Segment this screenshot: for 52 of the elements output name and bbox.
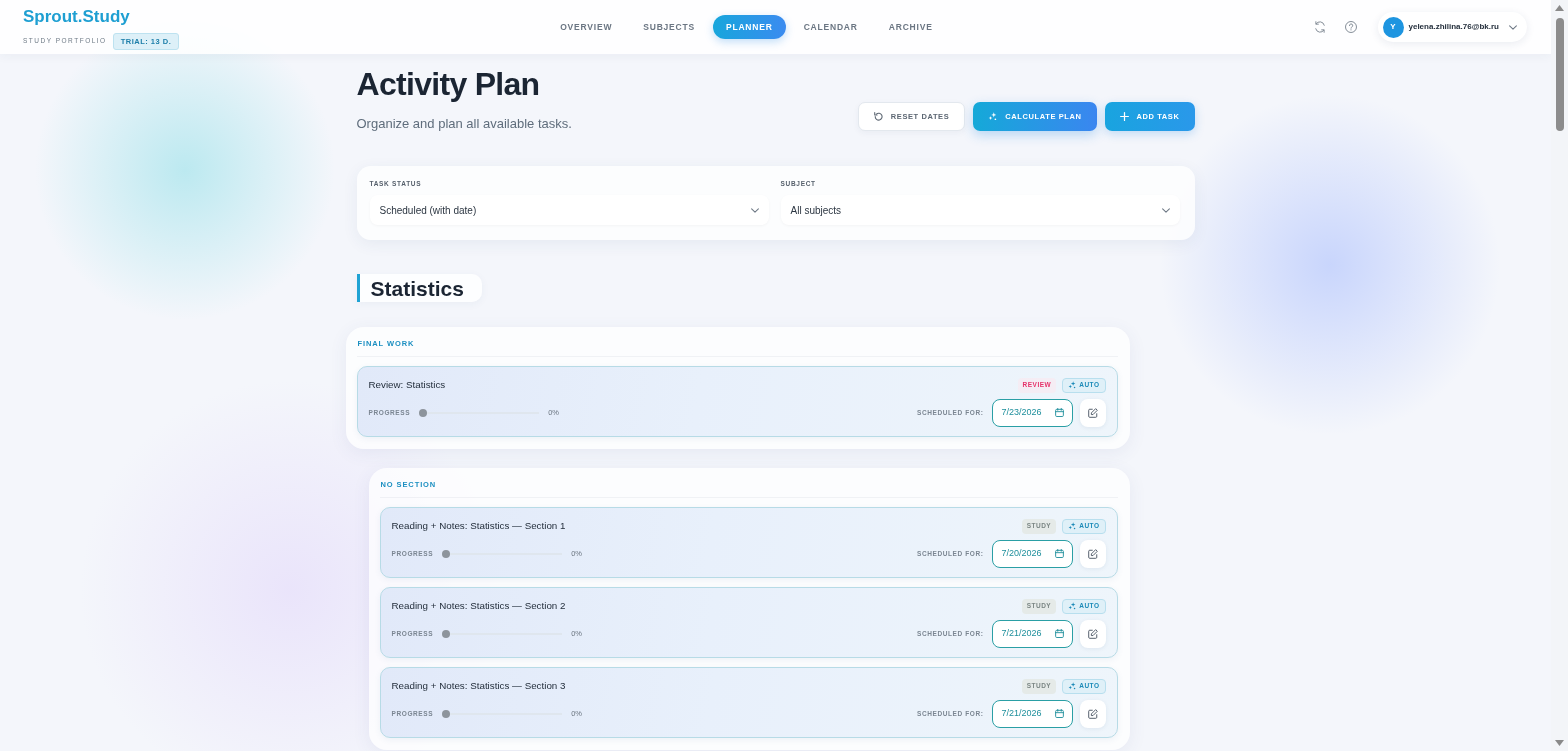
chevron-down-icon <box>1161 207 1170 213</box>
calendar-icon <box>1054 549 1064 559</box>
help-icon[interactable] <box>1344 21 1357 33</box>
brand-logo[interactable]: Sprout.Study <box>23 7 130 27</box>
calendar-icon <box>1054 709 1064 719</box>
progress-thumb[interactable] <box>419 408 428 417</box>
chevron-down-icon <box>750 207 759 213</box>
nav-tab[interactable]: ARCHIVE <box>875 14 946 40</box>
nav-tab[interactable]: CALENDAR <box>790 14 871 40</box>
progress-thumb[interactable] <box>442 549 451 558</box>
chevron-down-icon <box>1509 24 1517 30</box>
sparkle-icon <box>1068 522 1077 531</box>
plus-icon <box>1119 112 1129 122</box>
date-field[interactable]: 7/21/2026 <box>991 619 1073 648</box>
calendar-icon <box>1054 629 1064 639</box>
edit-button[interactable] <box>1079 539 1106 568</box>
progress-thumb[interactable] <box>442 629 451 638</box>
dropdown-field[interactable]: All subjects <box>780 195 1180 226</box>
sparkle-icon <box>988 112 998 122</box>
nav-tab[interactable]: OVERVIEW <box>547 14 626 40</box>
subject-heading: Statistics <box>356 274 482 303</box>
edit-button[interactable] <box>1079 619 1106 648</box>
sparkle-icon <box>1068 682 1077 691</box>
nav-tab[interactable]: PLANNER <box>712 14 786 40</box>
reset-icon <box>873 112 883 122</box>
progress-thumb[interactable] <box>442 709 451 718</box>
dropdown-field[interactable]: Scheduled (with date) <box>369 195 769 226</box>
date-field[interactable]: 7/20/2026 <box>991 539 1073 568</box>
page-subtitle: Organize and plan all available tasks. <box>356 115 572 132</box>
page-title: Activity Plan <box>356 66 541 103</box>
refresh-icon[interactable] <box>1313 21 1326 33</box>
scroll-down-arrow-icon[interactable] <box>1555 740 1564 746</box>
task-title: Reading + Notes: Statistics — Section 2 <box>391 599 566 612</box>
edit-icon <box>1087 548 1098 559</box>
edit-icon <box>1087 628 1098 639</box>
scroll-up-arrow-icon[interactable] <box>1555 5 1564 11</box>
task-title: Reading + Notes: Statistics — Section 3 <box>391 679 566 692</box>
user-menu-button[interactable]: Y yelena.zhilina.76@bk.ru <box>1377 12 1527 42</box>
scrollbar-thumb[interactable] <box>1555 18 1564 131</box>
task-title: Reading + Notes: Statistics — Section 1 <box>391 519 566 532</box>
task-title: Review: Statistics <box>368 378 446 391</box>
edit-button[interactable] <box>1079 398 1106 427</box>
nav-tab[interactable]: SUBJECTS <box>630 14 708 40</box>
sparkle-icon <box>1068 381 1077 390</box>
calendar-icon <box>1054 408 1064 418</box>
date-field[interactable]: 7/21/2026 <box>991 699 1073 728</box>
date-field[interactable]: 7/23/2026 <box>991 398 1073 427</box>
user-avatar: Y <box>1382 16 1404 38</box>
edit-button[interactable] <box>1079 699 1106 728</box>
edit-icon <box>1087 407 1098 418</box>
edit-icon <box>1087 708 1098 719</box>
sparkle-icon <box>1068 602 1077 611</box>
